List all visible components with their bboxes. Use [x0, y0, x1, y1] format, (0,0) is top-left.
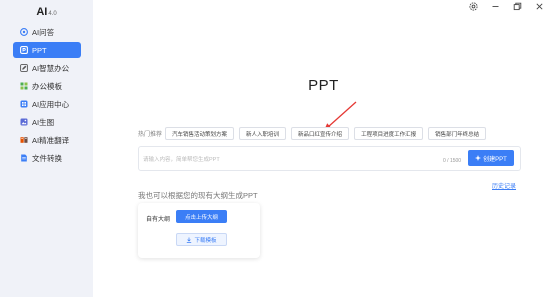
minimize-icon [492, 5, 498, 7]
sidebar-item-ai-chat[interactable]: AI问答 [13, 24, 81, 40]
page-title: PPT [308, 77, 339, 94]
window-controls [468, 1, 544, 11]
sidebar-item-label: AI问答 [32, 27, 55, 37]
sidebar-item-label: AI智慧办公 [32, 63, 70, 73]
char-counter: 0 / 1500 [443, 158, 462, 164]
upload-outline-button[interactable]: 点击上传大纲 [176, 210, 227, 223]
create-ppt-label: 创建PPT [483, 156, 507, 163]
apps-icon [20, 100, 28, 108]
app-logo: AI4.0 [0, 6, 93, 18]
sidebar-item-file-convert[interactable]: 文件转换 [13, 150, 81, 166]
hot-topic-chip[interactable]: 汽车销售活动策划方案 [165, 127, 235, 140]
hot-recommendations: 热门推荐 汽车销售活动策划方案 新人入职培训 新品口红宣传介绍 工程项目进度工作… [138, 127, 491, 140]
logo-text: AI [36, 6, 48, 18]
hot-topic-chip[interactable]: 销售部门年终总结 [428, 127, 487, 140]
ppt-icon [20, 46, 28, 54]
sidebar-item-label: 文件转换 [32, 153, 62, 163]
template-icon [20, 82, 28, 90]
sidebar-item-ppt[interactable]: PPT [13, 42, 81, 58]
hot-topic-chip[interactable]: 工程项目进度工作汇报 [354, 127, 424, 140]
sidebar-item-templates[interactable]: 办公模板 [13, 78, 81, 94]
app-version: 4.0 [48, 11, 57, 17]
minimize-button[interactable] [490, 1, 500, 11]
hot-topic-chip[interactable]: 新品口红宣传介绍 [291, 127, 350, 140]
close-button[interactable] [534, 1, 544, 11]
settings-button[interactable] [468, 1, 478, 11]
download-template-button[interactable]: 下载模板 [176, 233, 227, 246]
restore-icon [513, 2, 521, 10]
prompt-box: 0 / 1500 创建PPT [138, 146, 521, 171]
create-ppt-button[interactable]: 创建PPT [468, 150, 514, 166]
prompt-input[interactable] [143, 155, 433, 165]
sidebar-item-label: AI精准翻译 [32, 135, 70, 145]
file-convert-icon [20, 154, 28, 162]
sidebar-item-label: 办公模板 [32, 81, 62, 91]
gear-icon [468, 1, 478, 11]
image-icon [20, 118, 28, 126]
hot-label: 热门推荐 [138, 132, 163, 138]
translate-icon [20, 136, 28, 144]
sidebar-item-label: PPT [32, 45, 47, 55]
restore-button[interactable] [512, 1, 522, 11]
close-icon [535, 2, 543, 10]
download-template-label: 下载模板 [194, 237, 217, 244]
chat-icon [20, 28, 28, 36]
sidebar-item-label: AI应用中心 [32, 99, 70, 109]
sidebar-item-label: AI生图 [32, 117, 55, 127]
outline-card: 自有大纲 点击上传大纲 下载模板 [138, 203, 260, 258]
edit-icon [20, 64, 28, 72]
sidebar-item-smart-office[interactable]: AI智慧办公 [13, 60, 81, 76]
sparkle-icon [475, 155, 482, 161]
hot-topic-chip[interactable]: 新人入职培训 [239, 127, 287, 140]
sidebar-item-image-gen[interactable]: AI生图 [13, 114, 81, 130]
sidebar-item-translate[interactable]: AI精准翻译 [13, 132, 81, 148]
outline-hint: 我也可以根据您的现有大纲生成PPT [138, 191, 258, 200]
outline-label: 自有大纲 [146, 217, 171, 223]
sidebar-item-app-center[interactable]: AI应用中心 [13, 96, 81, 112]
history-link[interactable]: 历史记录 [492, 181, 516, 190]
sidebar: AI4.0 AI问答 PPT AI智慧办公 办公模板 AI应用中心 AI生图 A [0, 0, 93, 297]
sidebar-nav: AI问答 PPT AI智慧办公 办公模板 AI应用中心 AI生图 AI精准翻译 [13, 24, 81, 168]
download-icon [187, 237, 192, 243]
